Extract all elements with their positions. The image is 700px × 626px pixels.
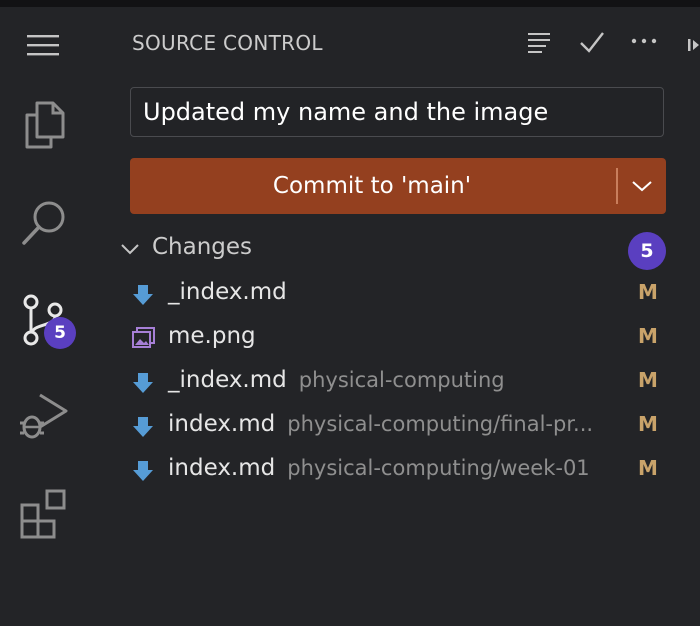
run-debug-icon[interactable] bbox=[0, 387, 88, 447]
source-control-badge: 5 bbox=[44, 317, 76, 349]
panel-title: SOURCE CONTROL bbox=[132, 31, 323, 55]
file-status: M bbox=[638, 280, 658, 304]
explorer-icon[interactable] bbox=[0, 95, 88, 155]
panel-overflow-icon[interactable] bbox=[686, 37, 700, 57]
source-control-panel: SOURCE CONTROL Commit to 'main' bbox=[88, 7, 700, 626]
commit-check-icon[interactable] bbox=[578, 29, 606, 59]
commit-button[interactable]: Commit to 'main' bbox=[130, 158, 614, 214]
file-status: M bbox=[638, 324, 658, 348]
window-top-border bbox=[0, 0, 700, 7]
view-as-list-icon[interactable] bbox=[526, 29, 552, 59]
source-control-icon[interactable]: 5 bbox=[0, 287, 88, 353]
download-arrow-icon bbox=[132, 415, 154, 443]
download-arrow-icon bbox=[132, 283, 154, 311]
image-icon bbox=[132, 327, 156, 353]
file-name: _index.md bbox=[168, 367, 287, 393]
download-arrow-icon bbox=[132, 459, 154, 487]
file-name: me.png bbox=[168, 323, 256, 349]
file-status: M bbox=[638, 412, 658, 436]
chevron-down-icon bbox=[121, 244, 139, 255]
file-name: index.md bbox=[168, 455, 276, 481]
file-name: index.md bbox=[168, 411, 276, 437]
file-path: physical-computing/week-01 bbox=[287, 456, 590, 480]
menu-icon[interactable] bbox=[0, 27, 88, 63]
file-path: physical-computing/final-pr... bbox=[287, 412, 594, 436]
file-name: _index.md bbox=[168, 279, 287, 305]
changes-label: Changes bbox=[152, 234, 253, 260]
file-row[interactable]: _index.md M bbox=[128, 275, 668, 315]
extensions-icon[interactable] bbox=[0, 483, 88, 543]
file-path: physical-computing bbox=[298, 368, 505, 392]
file-status: M bbox=[638, 368, 658, 392]
commit-options-button[interactable] bbox=[618, 158, 666, 214]
commit-message-input[interactable] bbox=[130, 87, 664, 137]
file-row[interactable]: index.md physical-computing/week-01 M bbox=[128, 451, 668, 491]
commit-button-group: Commit to 'main' bbox=[130, 158, 666, 214]
download-arrow-icon bbox=[132, 371, 154, 399]
changes-section-header[interactable]: Changes 5 bbox=[116, 232, 676, 270]
file-row[interactable]: index.md physical-computing/final-pr... M bbox=[128, 407, 668, 447]
changes-count-badge: 5 bbox=[628, 232, 666, 270]
file-status: M bbox=[638, 456, 658, 480]
more-actions-icon[interactable] bbox=[630, 31, 658, 55]
file-row[interactable]: me.png M bbox=[128, 319, 668, 359]
chevron-down-icon bbox=[632, 181, 652, 192]
search-icon[interactable] bbox=[0, 193, 88, 253]
file-row[interactable]: _index.md physical-computing M bbox=[128, 363, 668, 403]
activity-bar: 5 bbox=[0, 7, 88, 626]
